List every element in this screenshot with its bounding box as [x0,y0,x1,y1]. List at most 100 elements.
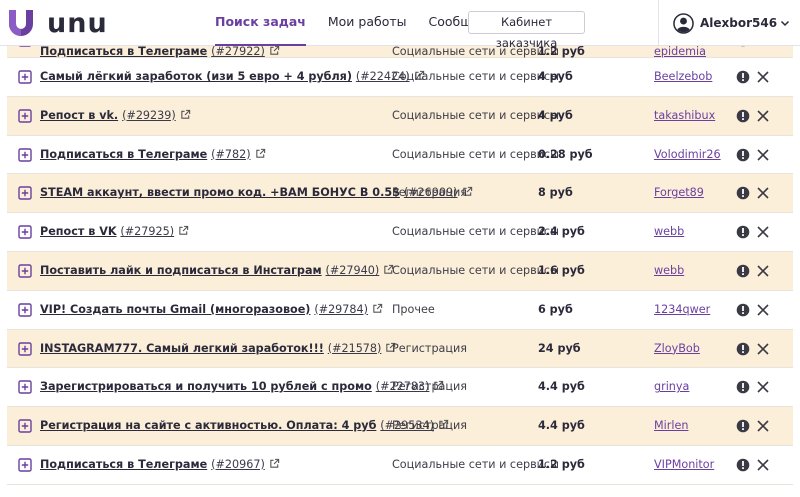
task-title-link[interactable]: Регистрация на сайте с активностью. Опла… [40,407,449,445]
report-icon[interactable] [736,264,750,278]
add-task-icon[interactable] [18,341,32,356]
task-author-link[interactable]: Beelzebob [654,58,712,96]
task-title: Репост в VK [40,225,117,239]
task-row: INSTAGRAM777. Самый легкий заработок!!! … [7,329,793,369]
task-author-link[interactable]: webb [654,252,684,290]
task-row: Регистрация на сайте с активностью. Опла… [7,407,793,446]
add-task-icon[interactable] [18,70,32,84]
add-task-icon[interactable] [18,303,32,317]
task-price: 1.6 руб [538,263,585,277]
task-category: Регистрация [392,380,468,394]
task-title-link[interactable]: Самый лёгкий заработок (изи 5 евро + 4 р… [40,58,425,96]
external-link-icon[interactable] [180,109,191,120]
task-id: (#27940) [325,263,380,277]
task-title: Регистрация на сайте с активностью. Опла… [40,419,377,433]
task-id: (#29784) [314,302,369,316]
logo[interactable]: unu [7,6,108,40]
task-author-link[interactable]: Forget89 [654,174,704,212]
task-price: 6 руб [538,302,573,316]
task-author-link[interactable]: VIPMonitor [654,446,714,484]
nav-my-works[interactable]: Мои работы [328,0,407,46]
task-category: Прочее [392,302,435,316]
task-title-link[interactable]: VIP! Создать почты Gmail (многоразовое) … [40,291,383,329]
task-title-link[interactable]: Репост в VK (#27925) [40,213,189,251]
report-icon[interactable] [736,148,750,162]
add-task-icon[interactable] [18,147,32,162]
task-row: STEAM аккаунт, ввести промо код. +ВАМ БО… [7,174,793,214]
hide-task-icon[interactable] [756,148,770,162]
user-menu[interactable]: Alexbor546 [673,11,790,35]
hide-task-icon[interactable] [756,342,770,356]
task-price: 1.2 руб [538,457,585,471]
task-title-link[interactable]: Подписаться в Телеграме (#20967) [40,446,280,484]
hide-task-icon[interactable] [756,419,770,433]
report-icon[interactable] [736,380,750,394]
add-task-icon[interactable] [18,380,32,395]
task-row: Репост в VK (#27925) Социальные сети и се… [7,213,793,252]
hide-task-icon[interactable] [756,109,770,123]
task-id: (#27922) [211,45,265,58]
hide-task-icon[interactable] [756,186,770,200]
task-id: (#782) [211,147,251,161]
task-author-link[interactable]: takashibux [654,97,715,135]
header-divider [658,0,659,46]
report-icon[interactable] [736,458,750,472]
add-task-icon[interactable] [18,109,32,123]
report-icon[interactable] [736,303,750,317]
task-title-link[interactable]: Подписаться в Телеграме (#782) [40,136,266,174]
task-price: 4 руб [538,108,573,122]
task-title: Подписаться в Телеграме [40,45,208,58]
hide-task-icon[interactable] [756,380,770,394]
task-id: (#27925) [120,225,175,239]
task-category: Регистрация [392,419,468,433]
task-title-link[interactable]: Зарегистрироваться и получить 10 рублей … [40,368,444,406]
task-title-link[interactable]: Поставить лайк и подписаться в Инстаграм… [40,252,394,290]
task-category: Социальные сети и сервисы [392,147,559,161]
add-task-icon[interactable] [18,264,32,278]
task-row: Подписаться в Телеграме (#20967) Социальн… [7,445,793,485]
task-id: (#29239) [122,108,176,122]
hide-task-icon[interactable] [756,264,770,278]
task-title: INSTAGRAM777. Самый легкий заработок!!! [40,341,324,355]
external-link-icon[interactable] [269,45,280,56]
add-task-icon[interactable] [18,186,32,201]
external-link-icon[interactable] [178,225,189,236]
nav-search-tasks[interactable]: Поиск задач [215,0,306,46]
task-category: Социальные сети и сервисы [392,263,559,277]
hide-task-icon[interactable] [756,303,770,317]
report-icon[interactable] [736,70,750,84]
task-author-link[interactable]: ZloyBob [654,330,700,368]
customer-cabinet-button[interactable]: Кабинет заказчика [468,11,585,50]
task-author-link[interactable]: webb [654,213,684,251]
add-task-icon[interactable] [18,458,32,472]
task-title: Поставить лайк и подписаться в Инстаграм [40,263,322,277]
report-icon[interactable] [736,342,750,356]
task-row: Репост в vk. (#29239) Социальные сети и с… [7,96,793,136]
report-icon[interactable] [736,419,750,433]
task-table: Подписаться в Телеграме (#27922) Социальн… [7,33,793,485]
task-row: Зарегистрироваться и получить 10 рублей … [7,368,793,408]
task-category: Регистрация [392,186,468,200]
report-icon[interactable] [736,186,750,200]
report-icon[interactable] [736,109,750,123]
external-link-icon[interactable] [372,303,383,314]
add-task-icon[interactable] [18,419,32,433]
logo-text: unu [47,7,108,39]
external-link-icon[interactable] [269,458,280,469]
task-title-link[interactable]: Репост в vk. (#29239) [40,97,191,135]
hide-task-icon[interactable] [756,70,770,84]
add-task-icon[interactable] [18,225,32,239]
hide-task-icon[interactable] [756,225,770,239]
task-author-link[interactable]: Mirlen [654,407,688,445]
external-link-icon[interactable] [255,148,266,159]
task-author-link[interactable]: grinya [654,368,689,406]
hide-task-icon[interactable] [756,458,770,472]
report-icon[interactable] [736,225,750,239]
task-author-link[interactable]: Volodimir26 [654,136,721,174]
task-author-link[interactable]: 1234qwer [654,291,710,329]
task-row: Поставить лайк и подписаться в Инстаграм… [7,251,793,291]
task-title: Подписаться в Телеграме [40,457,208,471]
task-title: Самый лёгкий заработок (изи 5 евро + 4 р… [40,70,352,83]
task-title-link[interactable]: INSTAGRAM777. Самый легкий заработок!!! … [40,330,396,368]
task-category: Регистрация [392,341,468,355]
